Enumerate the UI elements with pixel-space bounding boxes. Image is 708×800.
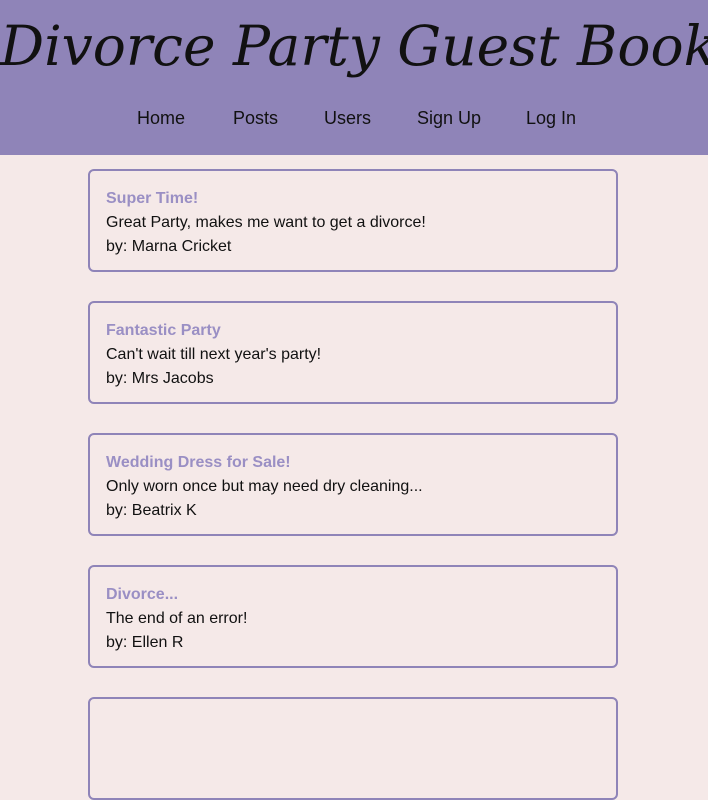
post-author: by: Mrs Jacobs [106, 370, 214, 387]
site-header: Divorce Party Guest Book Home Posts User… [0, 0, 708, 155]
post-card: Divorce... The end of an error! by: Elle… [88, 565, 618, 668]
site-title: Divorce Party Guest Book [0, 14, 708, 78]
post-card [88, 697, 618, 800]
post-title: Super Time! [106, 190, 199, 207]
main-nav: Home Posts Users Sign Up Log In [0, 104, 708, 132]
nav-home-link[interactable]: Home [137, 104, 185, 132]
post-body: Only worn once but may need dry cleaning… [106, 478, 423, 495]
nav-users-link[interactable]: Users [324, 104, 371, 132]
post-author: by: Beatrix K [106, 502, 197, 519]
post-card: Fantastic Party Can't wait till next yea… [88, 301, 618, 404]
nav-signup-link[interactable]: Sign Up [417, 104, 481, 132]
post-title: Fantastic Party [106, 322, 221, 339]
post-card: Super Time! Great Party, makes me want t… [88, 169, 618, 272]
post-title: Divorce... [106, 586, 179, 603]
nav-login-link[interactable]: Log In [526, 104, 576, 132]
post-author: by: Marna Cricket [106, 238, 232, 255]
post-body: Can't wait till next year's party! [106, 346, 322, 363]
post-title: Wedding Dress for Sale! [106, 454, 291, 471]
post-card: Wedding Dress for Sale! Only worn once b… [88, 433, 618, 536]
nav-posts-link[interactable]: Posts [233, 104, 278, 132]
post-body: Great Party, makes me want to get a divo… [106, 214, 426, 231]
post-body: The end of an error! [106, 610, 248, 627]
post-author: by: Ellen R [106, 634, 184, 651]
